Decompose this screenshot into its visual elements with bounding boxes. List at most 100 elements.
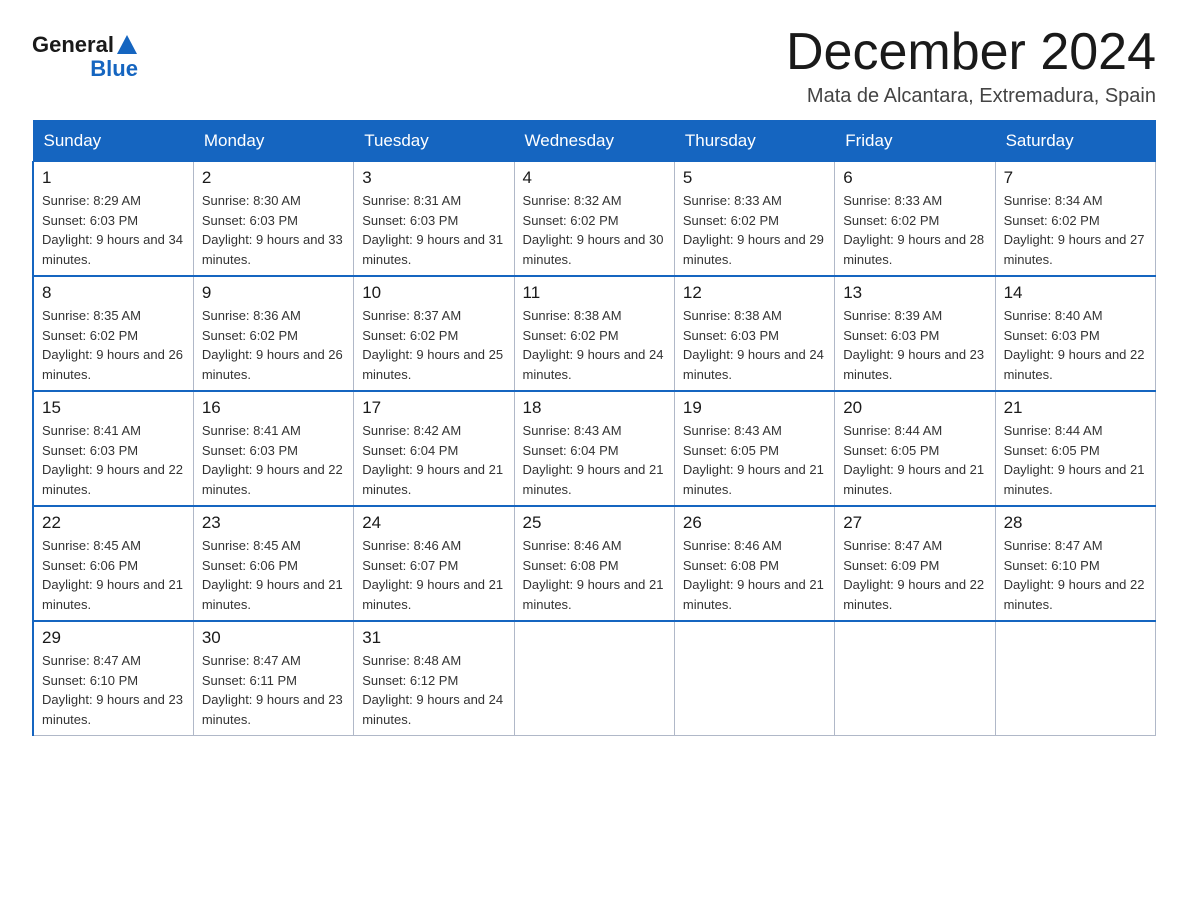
day-number: 9 — [202, 283, 345, 303]
day-info: Sunrise: 8:35 AMSunset: 6:02 PMDaylight:… — [42, 306, 185, 384]
header-thursday: Thursday — [674, 121, 834, 162]
calendar-cell — [835, 621, 995, 736]
calendar-table: SundayMondayTuesdayWednesdayThursdayFrid… — [32, 120, 1156, 736]
day-number: 29 — [42, 628, 185, 648]
calendar-week-row: 1 Sunrise: 8:29 AMSunset: 6:03 PMDaylight… — [33, 162, 1156, 277]
day-info: Sunrise: 8:46 AMSunset: 6:08 PMDaylight:… — [523, 536, 666, 614]
day-info: Sunrise: 8:43 AMSunset: 6:05 PMDaylight:… — [683, 421, 826, 499]
calendar-cell: 29 Sunrise: 8:47 AMSunset: 6:10 PMDayligh… — [33, 621, 193, 736]
day-number: 13 — [843, 283, 986, 303]
calendar-cell: 2 Sunrise: 8:30 AMSunset: 6:03 PMDaylight… — [193, 162, 353, 277]
day-info: Sunrise: 8:37 AMSunset: 6:02 PMDaylight:… — [362, 306, 505, 384]
calendar-cell — [514, 621, 674, 736]
calendar-cell: 7Sunrise: 8:34 AMSunset: 6:02 PMDaylight… — [995, 162, 1155, 277]
day-info: Sunrise: 8:44 AMSunset: 6:05 PMDaylight:… — [843, 421, 986, 499]
calendar-cell: 5 Sunrise: 8:33 AMSunset: 6:02 PMDaylight… — [674, 162, 834, 277]
day-number: 17 — [362, 398, 505, 418]
day-number: 20 — [843, 398, 986, 418]
calendar-week-row: 29 Sunrise: 8:47 AMSunset: 6:10 PMDayligh… — [33, 621, 1156, 736]
day-info: Sunrise: 8:38 AMSunset: 6:03 PMDaylight:… — [683, 306, 826, 384]
calendar-cell: 16 Sunrise: 8:41 AMSunset: 6:03 PMDayligh… — [193, 391, 353, 506]
header-sunday: Sunday — [33, 121, 193, 162]
day-info: Sunrise: 8:47 AMSunset: 6:10 PMDaylight:… — [42, 651, 185, 729]
header-saturday: Saturday — [995, 121, 1155, 162]
calendar-cell: 9 Sunrise: 8:36 AMSunset: 6:02 PMDaylight… — [193, 276, 353, 391]
day-info: Sunrise: 8:33 AMSunset: 6:02 PMDaylight:… — [843, 191, 986, 269]
month-title: December 2024 — [786, 24, 1156, 81]
day-number: 2 — [202, 168, 345, 188]
calendar-cell: 28 Sunrise: 8:47 AMSunset: 6:10 PMDayligh… — [995, 506, 1155, 621]
day-number: 22 — [42, 513, 185, 533]
header-tuesday: Tuesday — [354, 121, 514, 162]
day-info: Sunrise: 8:31 AMSunset: 6:03 PMDaylight:… — [362, 191, 505, 269]
calendar-cell: 30 Sunrise: 8:47 AMSunset: 6:11 PMDayligh… — [193, 621, 353, 736]
day-info: Sunrise: 8:47 AMSunset: 6:11 PMDaylight:… — [202, 651, 345, 729]
calendar-cell: 25 Sunrise: 8:46 AMSunset: 6:08 PMDayligh… — [514, 506, 674, 621]
day-number: 15 — [42, 398, 185, 418]
header-friday: Friday — [835, 121, 995, 162]
day-info: Sunrise: 8:39 AMSunset: 6:03 PMDaylight:… — [843, 306, 986, 384]
calendar-cell: 12 Sunrise: 8:38 AMSunset: 6:03 PMDayligh… — [674, 276, 834, 391]
day-info: Sunrise: 8:38 AMSunset: 6:02 PMDaylight:… — [523, 306, 666, 384]
calendar-cell: 3 Sunrise: 8:31 AMSunset: 6:03 PMDaylight… — [354, 162, 514, 277]
day-number: 1 — [42, 168, 185, 188]
calendar-cell: 8 Sunrise: 8:35 AMSunset: 6:02 PMDaylight… — [33, 276, 193, 391]
day-number: 31 — [362, 628, 505, 648]
day-number: 11 — [523, 283, 666, 303]
day-number: 26 — [683, 513, 826, 533]
logo-text-general: General — [32, 32, 114, 58]
day-info: Sunrise: 8:36 AMSunset: 6:02 PMDaylight:… — [202, 306, 345, 384]
day-info: Sunrise: 8:42 AMSunset: 6:04 PMDaylight:… — [362, 421, 505, 499]
day-number: 28 — [1004, 513, 1147, 533]
calendar-cell: 26 Sunrise: 8:46 AMSunset: 6:08 PMDayligh… — [674, 506, 834, 621]
day-info: Sunrise: 8:41 AMSunset: 6:03 PMDaylight:… — [202, 421, 345, 499]
day-number: 6 — [843, 168, 986, 188]
day-info: Sunrise: 8:41 AMSunset: 6:03 PMDaylight:… — [42, 421, 185, 499]
day-number: 19 — [683, 398, 826, 418]
day-number: 21 — [1004, 398, 1147, 418]
calendar-cell — [995, 621, 1155, 736]
day-number: 16 — [202, 398, 345, 418]
calendar-cell: 20 Sunrise: 8:44 AMSunset: 6:05 PMDayligh… — [835, 391, 995, 506]
day-number: 4 — [523, 168, 666, 188]
day-info: Sunrise: 8:46 AMSunset: 6:08 PMDaylight:… — [683, 536, 826, 614]
day-number: 8 — [42, 283, 185, 303]
day-info: Sunrise: 8:46 AMSunset: 6:07 PMDaylight:… — [362, 536, 505, 614]
calendar-cell: 31 Sunrise: 8:48 AMSunset: 6:12 PMDayligh… — [354, 621, 514, 736]
day-info: Sunrise: 8:47 AMSunset: 6:09 PMDaylight:… — [843, 536, 986, 614]
day-number: 30 — [202, 628, 345, 648]
day-number: 3 — [362, 168, 505, 188]
day-number: 5 — [683, 168, 826, 188]
day-number: 25 — [523, 513, 666, 533]
header-monday: Monday — [193, 121, 353, 162]
calendar-cell: 18Sunrise: 8:43 AMSunset: 6:04 PMDayligh… — [514, 391, 674, 506]
day-number: 27 — [843, 513, 986, 533]
day-info: Sunrise: 8:32 AMSunset: 6:02 PMDaylight:… — [523, 191, 666, 269]
calendar-cell: 21 Sunrise: 8:44 AMSunset: 6:05 PMDayligh… — [995, 391, 1155, 506]
calendar-cell: 15 Sunrise: 8:41 AMSunset: 6:03 PMDayligh… — [33, 391, 193, 506]
calendar-cell: 22Sunrise: 8:45 AMSunset: 6:06 PMDayligh… — [33, 506, 193, 621]
day-number: 23 — [202, 513, 345, 533]
day-info: Sunrise: 8:29 AMSunset: 6:03 PMDaylight:… — [42, 191, 185, 269]
day-info: Sunrise: 8:43 AMSunset: 6:04 PMDaylight:… — [523, 421, 666, 499]
day-info: Sunrise: 8:44 AMSunset: 6:05 PMDaylight:… — [1004, 421, 1147, 499]
logo-text-blue: Blue — [90, 56, 138, 82]
calendar-cell: 17 Sunrise: 8:42 AMSunset: 6:04 PMDayligh… — [354, 391, 514, 506]
day-number: 12 — [683, 283, 826, 303]
day-info: Sunrise: 8:47 AMSunset: 6:10 PMDaylight:… — [1004, 536, 1147, 614]
day-info: Sunrise: 8:40 AMSunset: 6:03 PMDaylight:… — [1004, 306, 1147, 384]
calendar-cell: 4 Sunrise: 8:32 AMSunset: 6:02 PMDaylight… — [514, 162, 674, 277]
calendar-cell: 23Sunrise: 8:45 AMSunset: 6:06 PMDayligh… — [193, 506, 353, 621]
logo-icon: General Blue — [32, 32, 138, 82]
logo: General Blue — [32, 32, 138, 82]
day-info: Sunrise: 8:33 AMSunset: 6:02 PMDaylight:… — [683, 191, 826, 269]
calendar-week-row: 8 Sunrise: 8:35 AMSunset: 6:02 PMDaylight… — [33, 276, 1156, 391]
title-block: December 2024 Mata de Alcantara, Extrema… — [786, 24, 1156, 108]
calendar-header-row: SundayMondayTuesdayWednesdayThursdayFrid… — [33, 121, 1156, 162]
day-info: Sunrise: 8:30 AMSunset: 6:03 PMDaylight:… — [202, 191, 345, 269]
calendar-cell — [674, 621, 834, 736]
calendar-cell: 27 Sunrise: 8:47 AMSunset: 6:09 PMDayligh… — [835, 506, 995, 621]
calendar-cell: 13 Sunrise: 8:39 AMSunset: 6:03 PMDayligh… — [835, 276, 995, 391]
day-info: Sunrise: 8:48 AMSunset: 6:12 PMDaylight:… — [362, 651, 505, 729]
day-number: 10 — [362, 283, 505, 303]
